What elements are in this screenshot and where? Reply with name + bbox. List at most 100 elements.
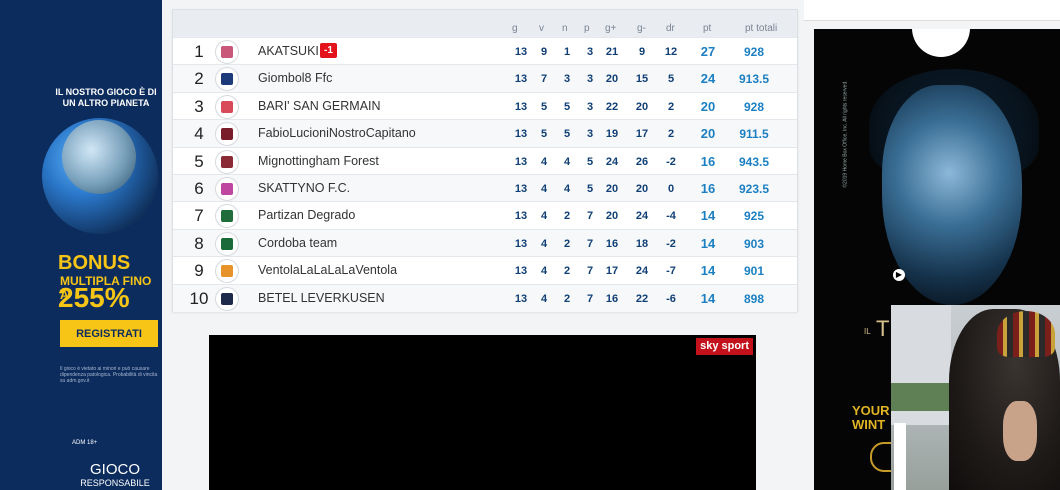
ad-legal-text: Il gioco è vietato ai minori e può causa…: [60, 366, 158, 384]
cell-p: 7: [586, 292, 594, 305]
cell-tot: 928: [743, 45, 765, 59]
shirt-icon: [221, 237, 233, 250]
team-name-link[interactable]: VentolaLaLaLaLaVentola: [258, 263, 397, 277]
cell-gm: 26: [635, 155, 649, 168]
shirt-icon: [221, 73, 233, 86]
cell-pt: 20: [700, 98, 716, 114]
table-row[interactable]: 3 BARI' SAN GERMAIN 13 5 5 3 22 20 2 20 928: [173, 91, 797, 120]
team-name-link[interactable]: Mignottingham Forest: [258, 154, 379, 168]
video-player[interactable]: sky sport: [209, 335, 756, 490]
cell-dr: -7: [666, 265, 676, 278]
cell-dr: 2: [667, 128, 675, 141]
team-name-link[interactable]: Partizan Degrado: [258, 208, 355, 222]
cell-gm: 20: [635, 100, 649, 113]
standings-table: g v n p g+ g- dr pt pt totali 1 AKATSUKI -…: [172, 9, 798, 312]
cell-v: 4: [540, 292, 548, 305]
ad-tagline-line1: YOUR: [852, 403, 890, 418]
table-row[interactable]: 1 AKATSUKI -1 13 9 1 3 21 9 12 27 928: [173, 37, 797, 65]
cell-v: 4: [540, 237, 548, 250]
shirt-icon: [221, 183, 233, 195]
team-name-link[interactable]: Cordoba team: [258, 236, 337, 250]
cell-dr: 2: [667, 100, 675, 113]
ad-circle-shape: [912, 29, 970, 57]
team-name-link[interactable]: FabioLucioniNostroCapitano: [258, 126, 416, 140]
team-name-link[interactable]: AKATSUKI: [258, 44, 319, 58]
shirt-icon: [221, 128, 233, 141]
header-pt-totali: pt totali: [745, 23, 778, 34]
team-jersey-icon: [215, 259, 239, 284]
penalty-badge: -1: [320, 43, 337, 58]
cell-g: 13: [514, 155, 528, 168]
cell-gm: 22: [635, 292, 649, 305]
cell-tot: 901: [743, 264, 765, 279]
position-number: 6: [194, 179, 204, 198]
team-jersey-icon: [215, 204, 239, 229]
table-row[interactable]: 4 FabioLucioniNostroCapitano 13 5 5 3 19 17 2 20 9…: [173, 119, 797, 148]
table-row[interactable]: 6 SKATTYNO F.C. 13 4 4 5 20 20 0 16 923.5: [173, 174, 797, 202]
cell-gm: 17: [635, 128, 649, 141]
ad-bonus-text: BONUS: [58, 252, 131, 274]
cell-n: 5: [563, 128, 571, 141]
cell-g: 13: [514, 237, 528, 250]
cell-pt: 16: [700, 181, 716, 196]
team-name-link[interactable]: SKATTYNO F.C.: [258, 181, 350, 195]
position-number: 3: [194, 96, 204, 116]
team-jersey-icon: [215, 94, 239, 119]
cell-pt: 14: [700, 208, 716, 224]
cell-gm: 24: [635, 265, 649, 278]
table-row[interactable]: 7 Partizan Degrado 13 4 2 7 20 24 -4 14 925: [173, 201, 797, 229]
cell-gm: 18: [635, 237, 649, 250]
play-icon[interactable]: ▶: [893, 269, 905, 281]
table-row[interactable]: 10 BETEL LEVERKUSEN 13 4 2 7 16 22 -6 14 898: [173, 283, 797, 312]
position-number: 9: [194, 261, 204, 281]
cell-tot: 925: [743, 209, 765, 224]
table-row[interactable]: 5 Mignottingham Forest 13 4 4 5 24 26 -2 16 943.5: [173, 146, 797, 175]
team-name-link[interactable]: BETEL LEVERKUSEN: [258, 291, 385, 305]
cell-p: 5: [586, 155, 594, 168]
cell-n: 2: [563, 210, 571, 223]
cell-tot: 913.5: [738, 72, 770, 87]
pip-video[interactable]: [891, 305, 1060, 490]
table-header: g v n p g+ g- dr pt pt totali: [173, 10, 797, 37]
pip-progress-bar: [894, 423, 906, 490]
cell-v: 9: [540, 46, 548, 58]
cell-gp: 24: [605, 155, 619, 168]
table-row[interactable]: 2 Giombol8 Ffc 13 7 3 3 20 15 5 24 913.5: [173, 64, 797, 93]
position-number: 2: [194, 69, 204, 89]
position-number: 8: [194, 233, 204, 253]
table-row[interactable]: 8 Cordoba team 13 4 2 7 16 18 -2 14 903: [173, 228, 797, 257]
cell-pt: 14: [700, 290, 716, 306]
cell-v: 4: [540, 183, 548, 195]
cell-dr: 0: [667, 183, 675, 195]
cell-pt: 14: [700, 263, 716, 279]
shirt-icon: [221, 46, 233, 58]
ad-headline: IL NOSTRO GIOCO È DI UN ALTRO PIANETA: [55, 87, 157, 108]
cell-gp: 21: [605, 46, 619, 58]
cell-gp: 19: [605, 128, 619, 141]
team-jersey-icon: [215, 122, 239, 147]
cell-gm: 15: [635, 73, 649, 86]
cell-gp: 20: [605, 183, 619, 195]
register-button[interactable]: REGISTRATI: [60, 320, 158, 347]
adm-logo: ADM 18+: [72, 440, 98, 446]
cell-n: 2: [563, 292, 571, 305]
left-ad-banner[interactable]: IL NOSTRO GIOCO È DI UN ALTRO PIANETA BO…: [0, 0, 162, 490]
cell-v: 4: [540, 210, 548, 223]
cell-p: 5: [586, 183, 594, 195]
header-goals-for: g+: [605, 23, 617, 34]
cell-p: 3: [586, 46, 594, 58]
team-name-link[interactable]: BARI' SAN GERMAIN: [258, 99, 381, 113]
position-number: 1: [194, 42, 204, 61]
team-jersey-icon: [215, 149, 239, 174]
team-name-link[interactable]: Giombol8 Ffc: [258, 71, 332, 85]
cell-pt: 20: [700, 126, 716, 142]
header-n: n: [562, 23, 568, 34]
position-number: 10: [189, 288, 209, 308]
cell-g: 13: [514, 46, 528, 58]
team-jersey-icon: [215, 286, 239, 311]
table-row[interactable]: 9 VentolaLaLaLaLaVentola 13 4 2 7 17 24 -7 14 901: [173, 256, 797, 284]
cell-g: 13: [514, 73, 528, 86]
cell-gm: 24: [635, 210, 649, 223]
position-number: 4: [194, 124, 204, 144]
shirt-icon: [221, 100, 233, 113]
